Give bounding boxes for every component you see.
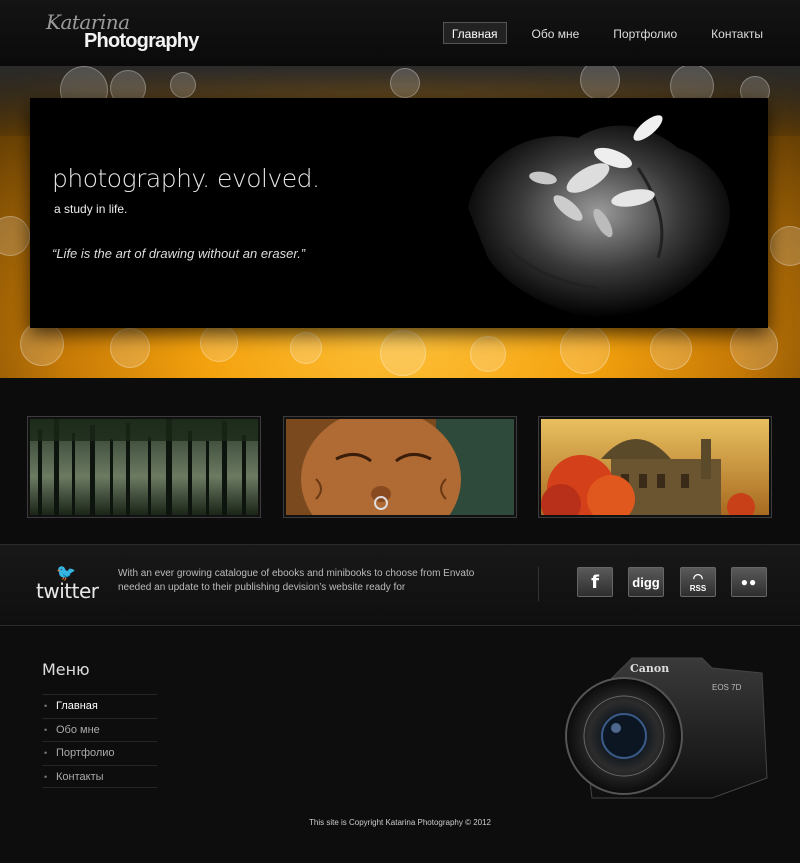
bullet-icon: • — [44, 771, 48, 782]
rss-icon[interactable]: ◠ RSS — [680, 567, 716, 597]
hero-title: photography. evolved. — [52, 164, 320, 193]
flickr-icon[interactable]: ●● — [731, 567, 767, 597]
bokeh-circle — [110, 328, 150, 368]
bokeh-circle — [730, 322, 778, 370]
nav-item-home[interactable]: Главная — [442, 22, 507, 44]
thumbnail-forest[interactable] — [27, 416, 261, 518]
footer-menu-item-about[interactable]: • Обо мне — [42, 717, 157, 742]
flickr-glyph: ●● — [740, 575, 758, 589]
footer-menu-label: Контакты — [56, 770, 104, 783]
facebook-glyph: f — [591, 571, 599, 593]
forest-image — [30, 419, 258, 515]
nav-item-about[interactable]: Обо мне — [523, 22, 589, 44]
footer-menu: • Главная • Обо мне • Портфолио • Контакты — [42, 694, 157, 788]
nav-item-portfolio[interactable]: Портфолио — [604, 22, 686, 44]
thumbnail-portrait[interactable] — [283, 416, 517, 518]
hero-panel: photography. evolved. a study in life. “… — [30, 98, 768, 328]
digg-glyph: digg — [632, 574, 660, 590]
bokeh-circle — [770, 226, 800, 266]
footer-menu-title: Меню — [42, 660, 90, 679]
rss-glyph: RSS — [689, 583, 707, 593]
bokeh-circle — [470, 336, 506, 372]
bokeh-circle — [380, 330, 426, 376]
bokeh-circle — [390, 68, 420, 98]
camera-image: Canon EOS 7D — [565, 657, 768, 799]
elderly-woman-image — [286, 419, 514, 515]
footer-menu-label: Портфолио — [56, 747, 115, 759]
bullet-icon: • — [44, 724, 48, 735]
twitter-logo[interactable]: 🐦 twitter — [36, 563, 99, 611]
social-bar: 🐦 twitter With an ever growing catalogue… — [0, 544, 800, 626]
bokeh-circle — [170, 72, 196, 98]
bokeh-circle — [650, 328, 692, 370]
copyright-text: This site is Copyright Katarina Photogra… — [309, 818, 491, 827]
latest-tweet: With an ever growing catalogue of ebooks… — [118, 568, 475, 593]
rss-waves-icon: ◠ — [692, 570, 704, 585]
digg-icon[interactable]: digg — [628, 567, 664, 597]
camera-model-text: EOS 7D — [712, 683, 742, 692]
hands-with-petals-image — [438, 98, 768, 328]
facebook-icon[interactable]: f — [577, 567, 613, 597]
thumbnail-building[interactable] — [538, 416, 772, 518]
bullet-icon: • — [44, 748, 48, 758]
bokeh-circle — [20, 322, 64, 366]
social-divider — [538, 567, 539, 601]
site-header: Katarina Photography Главная Обо мне Пор… — [0, 0, 800, 66]
building-autumn-image — [541, 419, 769, 515]
footer-menu-label: Обо мне — [56, 723, 100, 736]
logo-main-text: Photography — [84, 30, 199, 52]
bullet-icon: • — [44, 701, 48, 711]
nav-item-contacts[interactable]: Контакты — [702, 22, 772, 44]
hero-banner: photography. evolved. a study in life. “… — [0, 66, 800, 378]
bokeh-circle — [290, 332, 322, 364]
footer-menu-label: Главная — [56, 700, 98, 712]
footer-menu-item-home[interactable]: • Главная — [42, 694, 157, 718]
gallery-thumbnails — [0, 378, 800, 544]
bokeh-circle — [0, 216, 30, 256]
twitter-label: twitter — [36, 579, 99, 603]
main-nav: Главная Обо мне Портфолио Контакты — [442, 22, 772, 44]
hero-quote: “Life is the art of drawing without an e… — [52, 246, 306, 261]
footer-menu-item-portfolio[interactable]: • Портфолио — [42, 741, 157, 765]
bokeh-circle — [200, 324, 238, 362]
site-footer: Меню • Главная • Обо мне • Портфолио • Конта… — [0, 626, 800, 863]
camera-brand-text: Canon — [630, 662, 669, 675]
site-logo[interactable]: Katarina Photography — [44, 10, 199, 56]
bokeh-circle — [560, 324, 610, 374]
hero-subtitle: a study in life. — [54, 202, 128, 216]
footer-menu-item-contacts[interactable]: • Контакты — [42, 764, 157, 788]
